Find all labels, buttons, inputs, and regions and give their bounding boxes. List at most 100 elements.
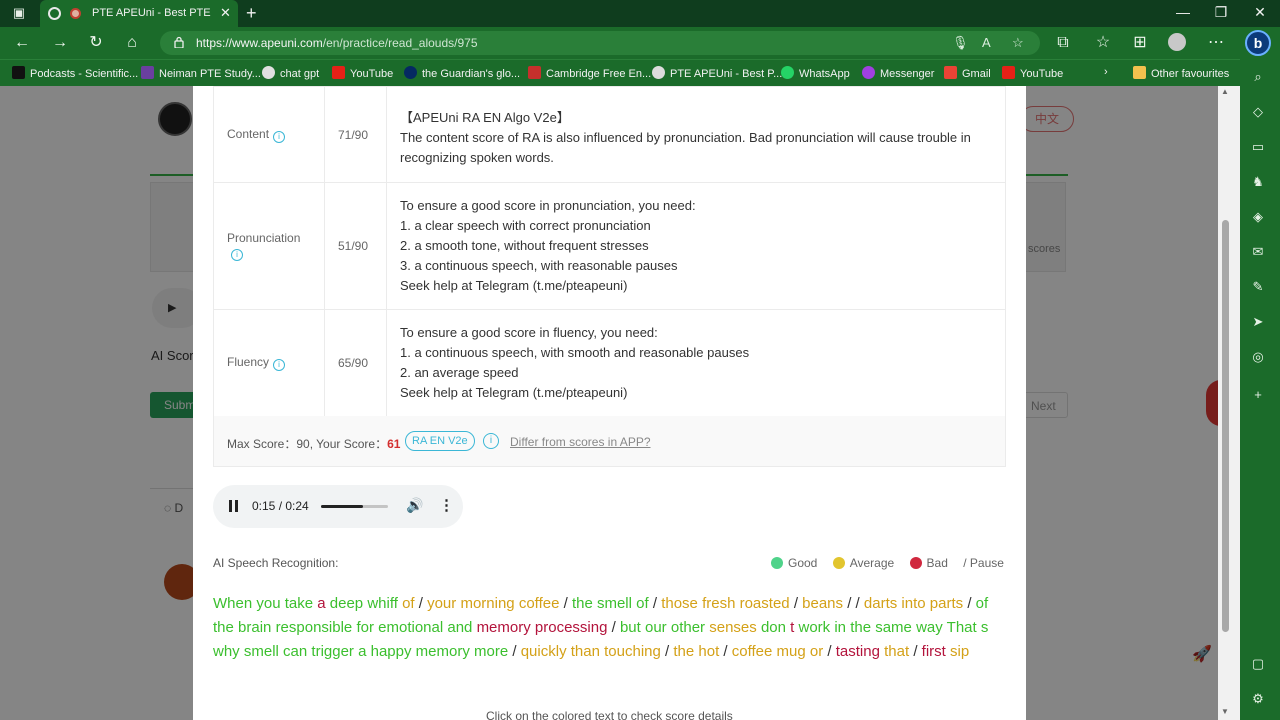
minimize-icon[interactable]: — (1173, 4, 1193, 20)
home-icon[interactable]: ⌂ (122, 33, 142, 53)
differ-scores-link[interactable]: Differ from scores in APP? (510, 435, 651, 449)
transcript-word[interactable]: When (213, 595, 252, 612)
bookmark-item[interactable]: YouTube (332, 66, 393, 80)
info-icon[interactable]: i (273, 130, 286, 143)
settings-gear-icon[interactable]: ⚙ (1250, 691, 1266, 707)
bookmark-item[interactable]: PTE APEUni - Best P... (652, 66, 782, 80)
microphone-icon[interactable]: 🎙 (952, 35, 969, 51)
transcript-word[interactable]: of (976, 595, 989, 612)
transcript-word[interactable]: memory (416, 643, 470, 660)
tools-briefcase-icon[interactable]: ▭ (1250, 139, 1266, 155)
transcript-word[interactable]: smell (597, 595, 632, 612)
transcript-word[interactable]: parts (930, 595, 963, 612)
transcript-word[interactable]: smell (244, 643, 279, 660)
transcript-word[interactable]: tasting (836, 643, 880, 660)
transcript-word[interactable]: other (671, 619, 705, 636)
split-screen-icon[interactable]: ▢ (1250, 656, 1266, 672)
transcript-word[interactable]: responsible (276, 619, 353, 636)
new-tab-icon[interactable]: + (246, 3, 257, 24)
transcript-word[interactable]: a (317, 595, 325, 612)
transcript-word[interactable]: for (356, 619, 374, 636)
bookmarks-overflow-icon[interactable]: › (1104, 66, 1108, 78)
favourites-icon[interactable]: ☆ (1093, 33, 1113, 53)
transcript-word[interactable]: the (213, 619, 234, 636)
volume-icon[interactable]: 🔊 (406, 497, 423, 514)
transcript-word[interactable]: in (834, 619, 846, 636)
profile-avatar[interactable] (1168, 33, 1186, 51)
transcript-word[interactable]: that (884, 643, 909, 660)
scroll-thumb[interactable] (1222, 220, 1229, 632)
address-bar[interactable]: https://www.apeuni.com/en/practice/read_… (160, 31, 1040, 55)
refresh-icon[interactable]: ↻ (86, 33, 106, 53)
transcript-word[interactable]: hot (698, 643, 719, 660)
transcript-word[interactable]: your (427, 595, 456, 612)
transcript-word[interactable]: memory (477, 619, 531, 636)
transcript-word[interactable]: beans (802, 595, 843, 612)
back-icon[interactable]: ← (12, 33, 32, 53)
microsoft-365-icon[interactable]: ◈ (1250, 209, 1266, 225)
transcript-word[interactable]: of (636, 595, 649, 612)
transcript-word[interactable]: or (810, 643, 823, 660)
bookmark-item[interactable]: Podcasts - Scientific... (12, 66, 138, 80)
info-icon[interactable]: i (231, 249, 243, 261)
forward-icon[interactable]: → (50, 33, 70, 53)
extensions-icon[interactable]: ⧉ (1053, 33, 1073, 53)
bookmark-item[interactable]: the Guardian's glo... (404, 66, 520, 80)
transcript-word[interactable]: first (922, 643, 946, 660)
transcript-word[interactable]: morning (460, 595, 514, 612)
shopping-tag-icon[interactable]: ◇ (1250, 104, 1266, 120)
scroll-down-icon[interactable]: ▼ (1221, 707, 1229, 716)
info-icon[interactable]: i (483, 433, 499, 449)
designer-icon[interactable]: ✎ (1250, 279, 1266, 295)
transcript-word[interactable]: why (213, 643, 240, 660)
more-options-icon[interactable]: ⋮ (439, 496, 454, 514)
bookmark-item[interactable]: Cambridge Free En... (528, 66, 651, 80)
algorithm-badge[interactable]: RA EN V2e (405, 431, 475, 451)
transcript-word[interactable]: That (947, 619, 977, 636)
transcript-word[interactable]: whiff (367, 595, 398, 612)
bing-chat-icon[interactable]: b (1245, 30, 1271, 56)
transcript-word[interactable]: don (761, 619, 786, 636)
transcript-word[interactable]: you (256, 595, 280, 612)
scroll-up-icon[interactable]: ▲ (1221, 87, 1229, 96)
info-icon[interactable]: i (273, 359, 286, 371)
audio-player[interactable]: 0:15 / 0:24 🔊 ⋮ (213, 485, 463, 528)
transcript-word[interactable]: the (572, 595, 593, 612)
bookmark-item[interactable]: YouTube (1002, 66, 1063, 80)
outlook-icon[interactable]: ✉ (1250, 244, 1266, 260)
transcript-word[interactable]: our (645, 619, 667, 636)
notification-icon[interactable]: ◎ (1250, 349, 1266, 365)
bookmark-item[interactable]: Neiman PTE Study... (141, 66, 261, 80)
tab-actions-icon[interactable]: ▣ (10, 5, 28, 21)
transcript-word[interactable]: s (981, 619, 989, 636)
add-favourite-icon[interactable]: ☆ (1012, 35, 1024, 51)
transcript-word[interactable]: mug (777, 643, 806, 660)
add-sidebar-icon[interactable]: + (1250, 387, 1266, 403)
transcript-word[interactable]: way (916, 619, 943, 636)
send-icon[interactable]: ➤ (1250, 314, 1266, 330)
transcript-word[interactable]: touching (604, 643, 661, 660)
transcript-word[interactable]: into (901, 595, 925, 612)
search-icon[interactable]: ⌕ (1250, 69, 1266, 85)
audio-seek-slider[interactable] (321, 505, 388, 508)
games-icon[interactable]: ♞ (1250, 174, 1266, 190)
transcript-word[interactable]: more (474, 643, 508, 660)
transcript-word[interactable]: coffee (732, 643, 773, 660)
transcript-word[interactable]: a (358, 643, 366, 660)
transcript-word[interactable]: quickly (521, 643, 567, 660)
more-menu-icon[interactable]: ⋯ (1206, 33, 1226, 53)
transcript-word[interactable]: darts (864, 595, 897, 612)
tab-active[interactable]: PTE APEUni - Best PTE Test P ✕ (40, 0, 238, 27)
transcript-word[interactable]: can (283, 643, 307, 660)
transcript-word[interactable]: trigger (311, 643, 354, 660)
transcript-word[interactable]: sip (950, 643, 969, 660)
transcript-word[interactable]: work (798, 619, 830, 636)
transcript-word[interactable]: senses (709, 619, 757, 636)
transcript-word[interactable]: fresh (702, 595, 735, 612)
bookmark-item[interactable]: WhatsApp (781, 66, 850, 80)
transcript-word[interactable]: same (875, 619, 912, 636)
transcript-word[interactable]: t (790, 619, 794, 636)
transcript-word[interactable]: and (447, 619, 472, 636)
transcript-word[interactable]: happy (371, 643, 412, 660)
transcript-word[interactable]: emotional (378, 619, 443, 636)
